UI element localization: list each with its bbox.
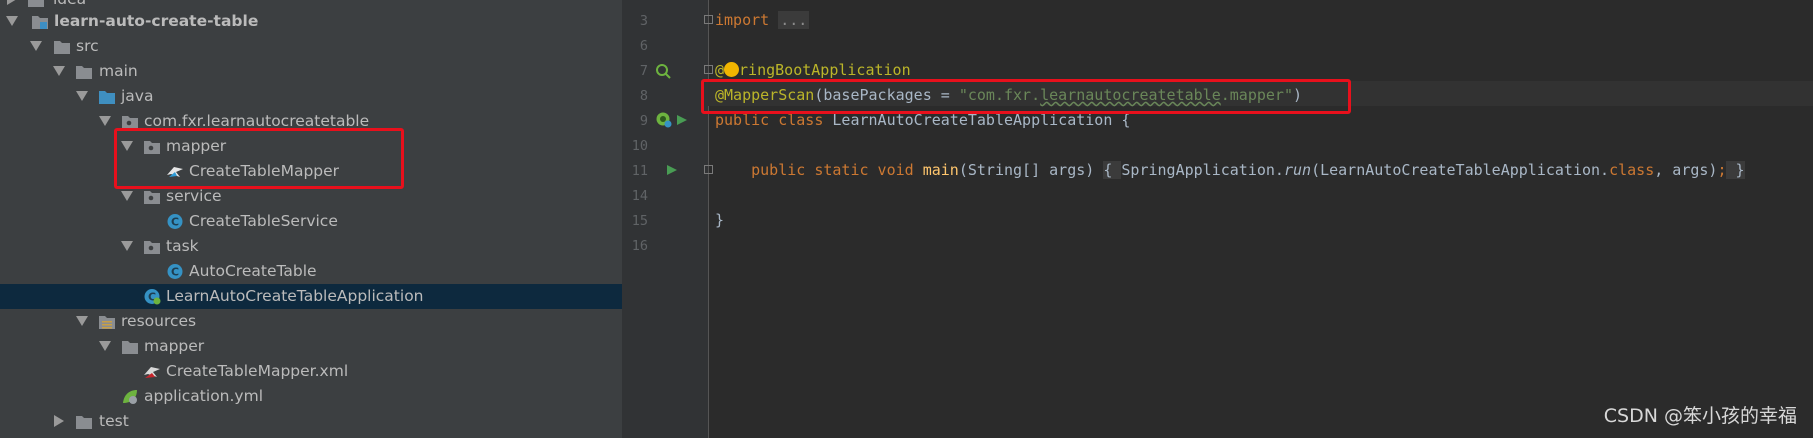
folded-brace[interactable]: {	[1103, 161, 1122, 179]
method-name: main	[922, 161, 959, 179]
folder-icon	[122, 341, 138, 354]
tree-item-application-class[interactable]: C LearnAutoCreateTableApplication	[0, 284, 622, 309]
line-number: 8	[639, 88, 648, 104]
resources-folder-icon	[99, 316, 115, 329]
java-class-icon: C	[167, 264, 183, 279]
line-number: 7	[639, 63, 648, 79]
tree-item-label: java	[121, 87, 154, 105]
expanded-arrow-icon[interactable]	[121, 241, 133, 251]
tree-item-label: task	[166, 237, 199, 255]
package-icon	[144, 191, 160, 204]
expanded-arrow-icon[interactable]	[121, 191, 133, 201]
spring-bean-gutter-icon[interactable]	[655, 63, 671, 79]
mapperscan-highlight-box	[701, 79, 1351, 114]
tree-item-project-root[interactable]: learn-auto-create-table	[0, 9, 622, 34]
annotation-at: @	[715, 61, 725, 79]
folder-icon	[54, 41, 70, 54]
line-number: 11	[631, 163, 648, 179]
line-number: 3	[639, 13, 648, 29]
code-line-7[interactable]: @ ringBootApplication	[715, 61, 911, 79]
tree-item-label: application.yml	[144, 387, 264, 405]
fold-marker-icon[interactable]	[704, 165, 713, 174]
folder-icon	[76, 416, 92, 429]
project-tree-panel: idea learn-auto-create-table src main ja…	[0, 0, 622, 438]
run-icon[interactable]	[666, 164, 678, 176]
tree-item-java[interactable]: java	[0, 84, 622, 109]
folder-icon	[76, 66, 92, 79]
tree-item-src[interactable]: src	[0, 34, 622, 59]
keyword: import	[715, 11, 770, 29]
line-number: 9	[639, 113, 648, 129]
line-number: 15	[631, 213, 648, 229]
line-number: 16	[631, 238, 648, 254]
closing-brace: }	[715, 211, 725, 229]
tree-item-application-yml[interactable]: application.yml	[0, 384, 622, 409]
tree-item-label: LearnAutoCreateTableApplication	[166, 287, 424, 305]
fold-marker-icon[interactable]	[704, 15, 713, 24]
code-text: (LearnAutoCreateTableApplication.	[1311, 161, 1610, 179]
spring-config-leaf-icon	[123, 390, 137, 404]
spring-boot-class-icon: C	[144, 289, 161, 305]
line-number: 6	[639, 38, 648, 54]
expanded-arrow-icon[interactable]	[76, 316, 88, 326]
code-text: , args)	[1654, 161, 1718, 179]
java-class-icon: C	[167, 214, 183, 229]
collapsed-arrow-icon[interactable]	[54, 415, 64, 427]
expanded-arrow-icon[interactable]	[76, 91, 88, 101]
static-method: run	[1283, 161, 1312, 179]
expanded-arrow-icon[interactable]	[99, 116, 111, 126]
module-folder-icon	[32, 16, 48, 29]
tree-item-label: test	[99, 412, 129, 430]
expanded-arrow-icon[interactable]	[30, 41, 42, 51]
code-line-11[interactable]: public static void main(String[] args) {…	[715, 161, 1745, 179]
tree-item-label: src	[76, 37, 99, 55]
code-line-3[interactable]: import ...	[715, 11, 810, 29]
code-text: (String[] args)	[958, 161, 1104, 179]
code-line-15[interactable]: }	[715, 211, 724, 229]
tree-item-task-package[interactable]: task	[0, 234, 622, 259]
keyword: public static void	[751, 161, 923, 179]
collapsed-arrow-icon[interactable]	[7, 0, 17, 5]
tree-item-main[interactable]: main	[0, 59, 622, 84]
spring-class-gutter-icon[interactable]	[655, 111, 673, 129]
svg-text:C: C	[171, 216, 179, 229]
line-number: 10	[631, 138, 648, 154]
expanded-arrow-icon[interactable]	[53, 66, 65, 76]
keyword: class	[1609, 161, 1655, 179]
tree-item-label: service	[166, 187, 222, 205]
tree-item-label: AutoCreateTable	[189, 262, 317, 280]
watermark: CSDN @笨小孩的幸福	[1603, 405, 1797, 427]
folder-icon	[28, 0, 44, 7]
package-icon	[144, 241, 160, 254]
code-text: SpringApplication.	[1121, 161, 1284, 179]
fold-marker-icon[interactable]	[704, 65, 713, 74]
expanded-arrow-icon[interactable]	[99, 341, 111, 351]
folded-brace[interactable]: }	[1726, 161, 1745, 179]
source-folder-icon	[99, 91, 115, 104]
tree-item-label: CreateTableService	[189, 212, 338, 230]
lightbulb-icon[interactable]	[724, 62, 740, 77]
tree-item-test[interactable]: test	[0, 409, 622, 434]
tree-item-label: resources	[121, 312, 197, 330]
tree-item-create-table-service[interactable]: C CreateTableService	[0, 209, 622, 234]
tree-item-label: learn-auto-create-table	[54, 12, 259, 30]
tree-item-label: main	[99, 62, 138, 80]
tree-item-resources[interactable]: resources	[0, 309, 622, 334]
line-number: 14	[631, 188, 648, 204]
run-icon[interactable]	[676, 114, 688, 126]
mapper-highlight-box	[114, 128, 404, 189]
tree-item-mapper-folder[interactable]: mapper	[0, 334, 622, 359]
mybatis-xml-icon	[144, 367, 160, 378]
tree-item-label: CreateTableMapper.xml	[166, 362, 349, 380]
svg-text:C: C	[171, 266, 179, 279]
tree-item-label: idea	[53, 0, 86, 8]
folded-imports[interactable]: ...	[778, 11, 810, 29]
tree-item-label: mapper	[144, 337, 205, 355]
annotation-name: ringBootApplication	[739, 61, 911, 79]
tree-item-auto-create-table[interactable]: C AutoCreateTable	[0, 259, 622, 284]
tree-item-mapper-xml[interactable]: CreateTableMapper.xml	[0, 359, 622, 384]
expanded-arrow-icon[interactable]	[6, 16, 18, 26]
